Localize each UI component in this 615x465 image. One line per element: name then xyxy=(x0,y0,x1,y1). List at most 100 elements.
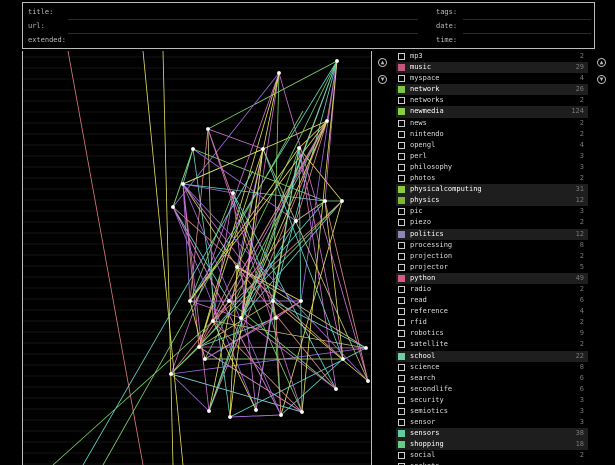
url-row[interactable]: url: xyxy=(28,20,68,33)
tag-checkbox[interactable] xyxy=(398,396,405,404)
tag-row[interactable]: secondlife 6 xyxy=(396,384,588,395)
graph-node[interactable] xyxy=(279,413,283,417)
date-row[interactable]: date: xyxy=(436,20,457,33)
tag-row[interactable]: satellite 2 xyxy=(396,339,588,350)
tag-checkbox[interactable] xyxy=(398,430,405,438)
tag-row[interactable]: shopping 18 xyxy=(396,439,588,451)
tag-checkbox[interactable] xyxy=(398,208,405,216)
graph-node[interactable] xyxy=(299,299,303,303)
tags-row[interactable]: tags: xyxy=(436,6,457,19)
tag-checkbox[interactable] xyxy=(398,141,405,149)
tag-checkbox[interactable] xyxy=(398,285,405,293)
graph-node[interactable] xyxy=(340,199,344,203)
graph-node[interactable] xyxy=(274,316,278,320)
tag-checkbox[interactable] xyxy=(398,64,405,72)
tag-checkbox[interactable] xyxy=(398,252,405,260)
tag-row[interactable]: mp3 2 xyxy=(396,51,588,62)
graph-node[interactable] xyxy=(203,357,207,361)
graph-node[interactable] xyxy=(364,346,368,350)
graph-node[interactable] xyxy=(239,316,243,320)
tag-row[interactable]: sensors 38 xyxy=(396,428,588,440)
tag-checkbox[interactable] xyxy=(398,352,405,360)
tag-checkbox[interactable] xyxy=(398,53,405,60)
tag-row[interactable]: read 6 xyxy=(396,295,588,306)
tag-row[interactable]: networks 2 xyxy=(396,95,588,106)
graph-node[interactable] xyxy=(271,299,275,303)
tag-checkbox[interactable] xyxy=(398,297,405,305)
tag-row[interactable]: radio 2 xyxy=(396,284,588,295)
graph-node[interactable] xyxy=(206,127,210,131)
tag-row[interactable]: network 26 xyxy=(396,84,588,96)
tag-row[interactable]: myspace 4 xyxy=(396,73,588,84)
network-graph[interactable] xyxy=(23,51,372,465)
tag-checkbox[interactable] xyxy=(398,363,405,371)
tag-row[interactable]: social 2 xyxy=(396,450,588,461)
tag-checkbox[interactable] xyxy=(398,385,405,393)
tag-row[interactable]: perl 3 xyxy=(396,151,588,162)
tag-row[interactable]: newmedia 124 xyxy=(396,106,588,118)
tag-row[interactable]: school 22 xyxy=(396,350,588,362)
graph-node[interactable] xyxy=(277,71,281,75)
graph-node[interactable] xyxy=(197,345,201,349)
tag-row[interactable]: philosophy 3 xyxy=(396,162,588,173)
graph-node[interactable] xyxy=(207,409,211,413)
tag-checkbox[interactable] xyxy=(398,408,405,415)
tag-checkbox[interactable] xyxy=(398,341,405,349)
tag-row[interactable]: sockets xyxy=(396,461,588,465)
tag-checkbox[interactable] xyxy=(398,230,405,238)
tag-row[interactable]: opengl 4 xyxy=(396,140,588,151)
tag-row[interactable]: news 2 xyxy=(396,118,588,129)
tag-row[interactable]: processing 8 xyxy=(396,240,588,251)
tag-row[interactable]: security 3 xyxy=(396,395,588,406)
tag-row[interactable]: semiotics 3 xyxy=(396,406,588,417)
tag-checkbox[interactable] xyxy=(398,130,405,138)
tag-checkbox[interactable] xyxy=(398,97,405,105)
tag-row[interactable]: piezo 2 xyxy=(396,217,588,228)
tag-row[interactable]: politics 12 xyxy=(396,228,588,240)
tag-checkbox[interactable] xyxy=(398,274,405,282)
tag-network-visualization[interactable] xyxy=(22,51,372,465)
graph-node[interactable] xyxy=(171,205,175,209)
graph-node[interactable] xyxy=(325,119,329,123)
tag-checkbox[interactable] xyxy=(398,163,405,171)
tag-row[interactable]: python 49 xyxy=(396,272,588,284)
graph-node[interactable] xyxy=(366,379,370,383)
chevron-down-icon[interactable]: ▼ xyxy=(597,75,606,84)
graph-node[interactable] xyxy=(300,410,304,414)
graph-node[interactable] xyxy=(235,265,239,269)
tag-row[interactable]: sensor 3 xyxy=(396,417,588,428)
graph-node[interactable] xyxy=(227,299,231,303)
graph-node[interactable] xyxy=(335,59,339,63)
tag-checkbox[interactable] xyxy=(398,197,405,205)
tag-checkbox[interactable] xyxy=(398,119,405,127)
graph-node[interactable] xyxy=(228,415,232,419)
graph-node[interactable] xyxy=(169,372,173,376)
time-row[interactable]: time: xyxy=(436,34,457,47)
tag-checkbox[interactable] xyxy=(398,330,405,338)
tag-checkbox[interactable] xyxy=(398,175,405,183)
graph-node[interactable] xyxy=(297,146,301,150)
graph-node[interactable] xyxy=(191,147,195,151)
chevron-down-icon[interactable]: ▼ xyxy=(378,75,387,84)
tag-row[interactable]: science 8 xyxy=(396,362,588,373)
tag-checkbox[interactable] xyxy=(398,419,405,427)
tag-checkbox[interactable] xyxy=(398,108,405,116)
tag-list[interactable]: mp3 2 music 29 myspace 4 network 26 networks 2 new… xyxy=(396,51,588,465)
tag-row[interactable]: rfid 2 xyxy=(396,317,588,328)
graph-node[interactable] xyxy=(323,199,327,203)
graph-node[interactable] xyxy=(181,182,185,186)
tag-checkbox[interactable] xyxy=(398,219,405,227)
tag-checkbox[interactable] xyxy=(398,152,405,160)
tag-checkbox[interactable] xyxy=(398,374,405,382)
tag-row[interactable]: projector 5 xyxy=(396,262,588,273)
tag-checkbox[interactable] xyxy=(398,308,405,316)
tag-checkbox[interactable] xyxy=(398,241,405,249)
tag-row[interactable]: physicalcomputing 31 xyxy=(396,184,588,196)
tag-checkbox[interactable] xyxy=(398,263,405,271)
graph-node[interactable] xyxy=(231,191,235,195)
tag-checkbox[interactable] xyxy=(398,86,405,94)
extended-row[interactable]: extended: xyxy=(28,34,68,47)
tag-row[interactable]: music 29 xyxy=(396,62,588,74)
tag-checkbox[interactable] xyxy=(398,452,405,460)
tag-checkbox[interactable] xyxy=(398,441,405,449)
